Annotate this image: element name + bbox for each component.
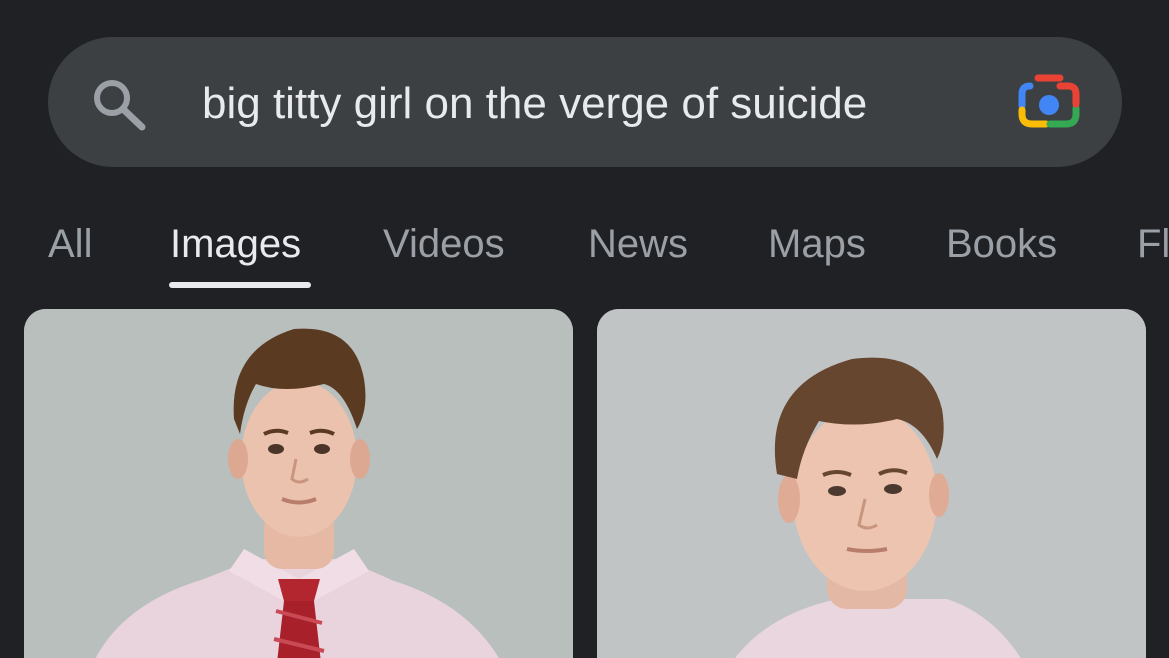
active-tab-indicator <box>169 282 311 288</box>
search-input[interactable]: big titty girl on the verge of suicide <box>202 76 867 132</box>
tab-all[interactable]: All <box>48 220 92 268</box>
result-photo-man-pink-shirt <box>597 309 1146 658</box>
tab-videos[interactable]: Videos <box>383 220 505 268</box>
image-result-1[interactable] <box>24 309 573 658</box>
tab-maps[interactable]: Maps <box>768 220 866 268</box>
tab-images[interactable]: Images <box>170 220 301 268</box>
search-icon[interactable] <box>90 76 148 132</box>
search-tabs: All Images Videos News Maps Books Fl <box>0 210 1169 300</box>
tab-books[interactable]: Books <box>946 220 1057 268</box>
google-lens-camera-icon[interactable] <box>1016 72 1082 132</box>
image-result-2[interactable] <box>597 309 1146 658</box>
result-photo-man-red-tie <box>24 309 573 658</box>
tab-news[interactable]: News <box>588 220 688 268</box>
search-results-page: big titty girl on the verge of suicide A… <box>0 0 1169 658</box>
tab-more[interactable]: Fl <box>1137 220 1169 268</box>
